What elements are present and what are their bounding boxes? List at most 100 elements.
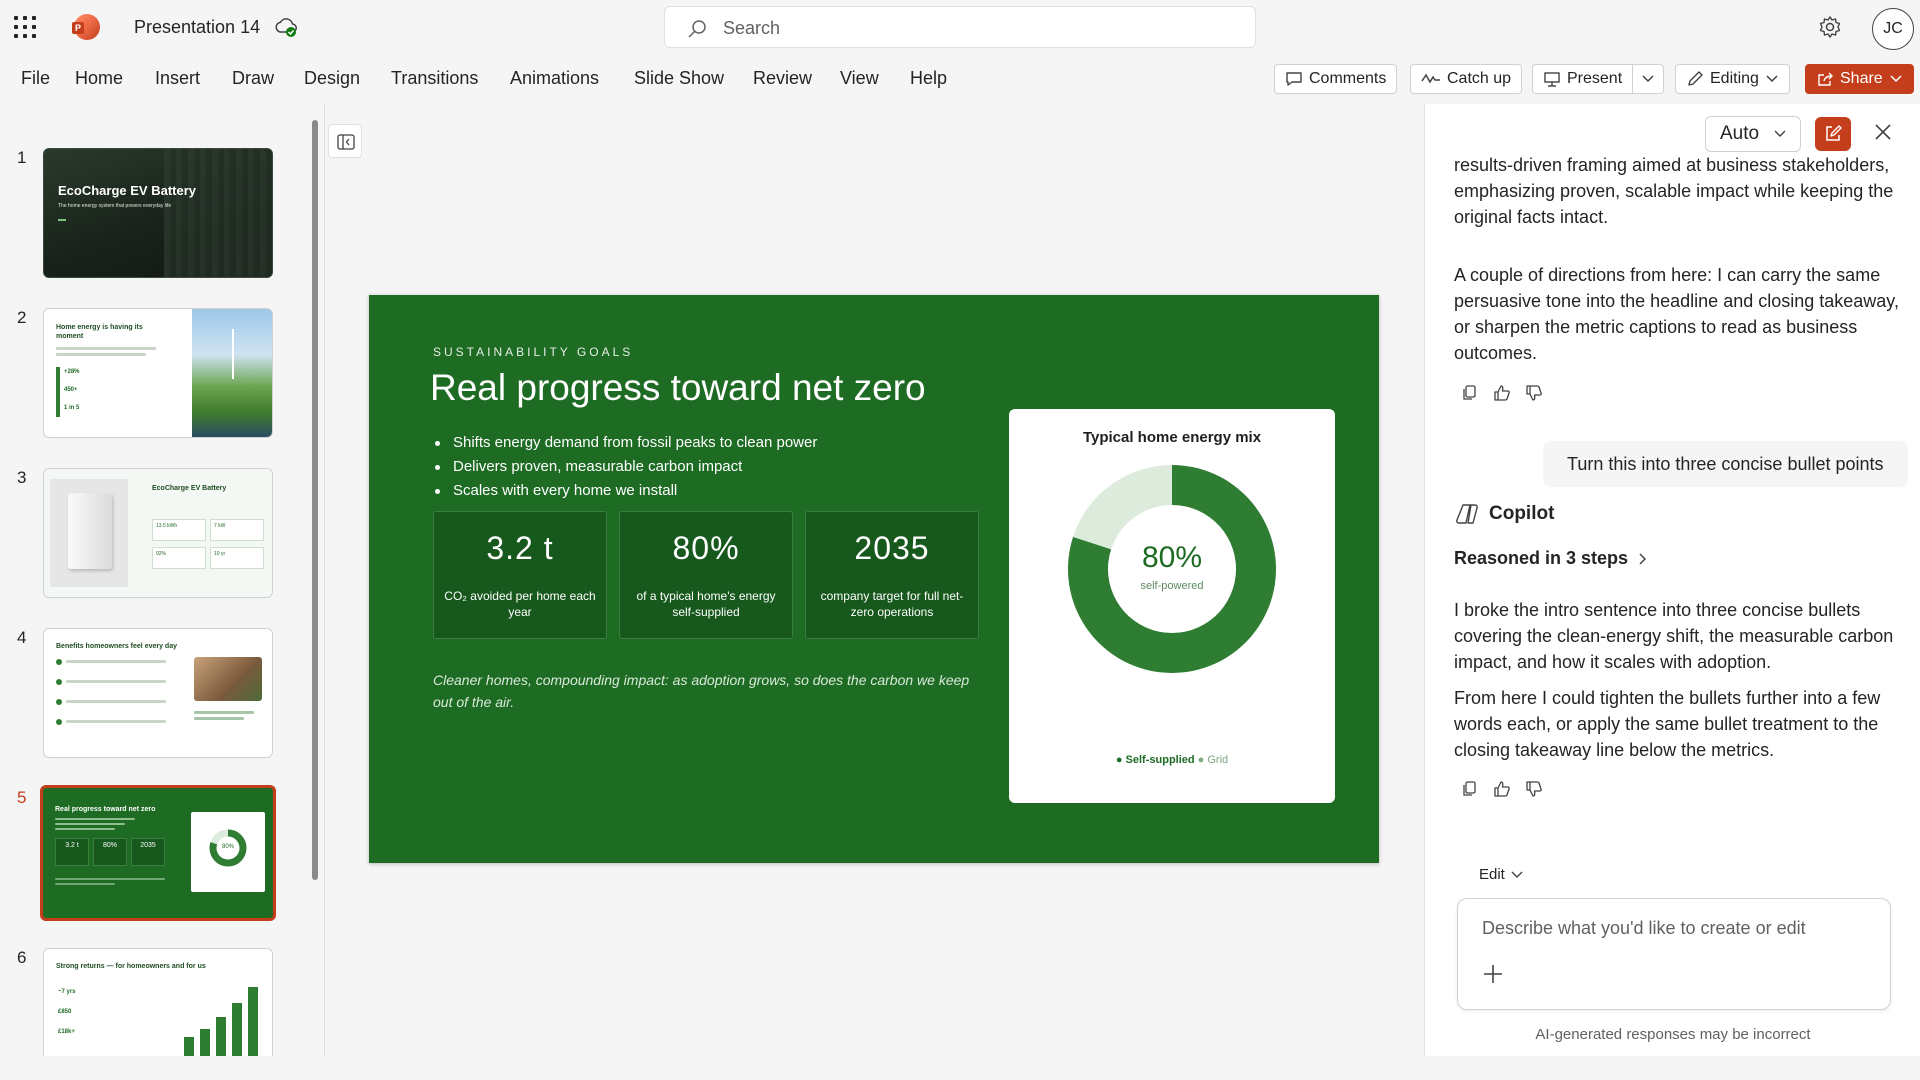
menu-help[interactable]: Help xyxy=(910,68,947,89)
present-label: Present xyxy=(1567,70,1623,87)
menu-transitions[interactable]: Transitions xyxy=(391,68,478,89)
menu-review[interactable]: Review xyxy=(753,68,812,89)
powerpoint-logo-icon[interactable]: P xyxy=(72,14,100,40)
comments-label: Comments xyxy=(1309,70,1387,87)
metric-label: CO₂ avoided per home each year xyxy=(444,589,596,619)
stat-bar xyxy=(56,367,60,417)
slide-thumbnail-6[interactable]: Strong returns — for homeowners and for … xyxy=(43,948,273,1056)
stat-card: 13.5 kWh xyxy=(152,519,206,541)
present-options-chevron-icon[interactable] xyxy=(1641,74,1655,84)
slide-title[interactable]: Real progress toward net zero xyxy=(430,367,926,409)
slide-thumbnail-2[interactable]: Home energy is having its moment +28% 45… xyxy=(43,308,273,438)
mode-dropdown[interactable]: Auto xyxy=(1705,116,1801,152)
metric-value: 2035 xyxy=(854,530,930,566)
add-attachment-icon[interactable] xyxy=(1482,963,1504,985)
menu-slide-show[interactable]: Slide Show xyxy=(634,68,724,89)
slide-number: 4 xyxy=(17,628,27,647)
user-avatar[interactable]: JC xyxy=(1872,8,1914,50)
legend-label: Self-supplied xyxy=(1125,754,1195,766)
collapse-panel-button[interactable] xyxy=(328,124,362,158)
stat-value: £850 xyxy=(58,1009,72,1015)
thumbnail-title: Home energy is having its moment xyxy=(56,324,143,340)
battery-photo xyxy=(50,479,128,587)
thumbs-down-icon[interactable] xyxy=(1525,780,1543,798)
metric-card[interactable]: 3.2 t CO₂ avoided per home each year xyxy=(433,511,607,639)
menu-home[interactable]: Home xyxy=(75,68,123,89)
bullet-item[interactable]: Delivers proven, measurable carbon impac… xyxy=(433,455,817,479)
menu-insert[interactable]: Insert xyxy=(155,68,200,89)
chevron-down-icon xyxy=(1511,871,1523,878)
legend-label: Grid xyxy=(1207,754,1229,766)
metric-card[interactable]: 2035 company target for full net-zero op… xyxy=(805,511,979,639)
close-icon[interactable] xyxy=(1873,122,1893,142)
comments-button[interactable]: Comments xyxy=(1274,64,1398,94)
thumbnails-scrollbar[interactable] xyxy=(312,120,318,880)
menu-view[interactable]: View xyxy=(840,68,879,89)
energy-mix-chart-card[interactable]: Typical home energy mix 80% self-powered… xyxy=(1009,409,1335,803)
slide-canvas[interactable]: SUSTAINABILITY GOALS Real progress towar… xyxy=(369,295,1379,863)
catch-up-button[interactable]: Catch up xyxy=(1410,64,1523,94)
share-icon xyxy=(1818,72,1833,86)
bullet-item[interactable]: Scales with every home we install xyxy=(433,479,817,503)
top-bar: P Presentation 14 JC xyxy=(0,0,1920,56)
reasoning-toggle[interactable]: Reasoned in 3 steps xyxy=(1454,548,1647,569)
slide-number: 1 xyxy=(17,148,27,167)
chart-title: Typical home energy mix xyxy=(1082,429,1262,446)
app-launcher-icon[interactable] xyxy=(14,16,36,38)
slide-eyebrow[interactable]: SUSTAINABILITY GOALS xyxy=(433,345,633,359)
menu-file[interactable]: File xyxy=(21,68,50,89)
menu-design[interactable]: Design xyxy=(304,68,360,89)
legend-self-supplied: ● Self-supplied xyxy=(1115,754,1195,766)
bullet-item[interactable]: Shifts energy demand from fossil peaks t… xyxy=(433,431,817,455)
share-label: Share xyxy=(1840,70,1883,87)
metric-mini: 2035 xyxy=(131,838,165,866)
slide-thumbnail-3[interactable]: EcoCharge EV Battery 13.5 kWh 7 kW 92% 1… xyxy=(43,468,273,598)
stat-value: 450+ xyxy=(64,387,78,393)
prompt-input[interactable] xyxy=(1482,913,1862,943)
chevron-right-icon xyxy=(1639,552,1647,565)
metric-card[interactable]: 80% of a typical home's energy self-supp… xyxy=(619,511,793,639)
pencil-icon xyxy=(1688,71,1703,86)
search-box[interactable] xyxy=(664,6,1256,48)
legend-grid: ● Grid xyxy=(1197,754,1229,766)
menu-animations[interactable]: Animations xyxy=(510,68,599,89)
wind-turbine-photo xyxy=(192,309,272,437)
settings-gear-icon[interactable] xyxy=(1818,15,1842,39)
new-chat-button[interactable] xyxy=(1815,117,1851,151)
edit-dropdown[interactable]: Edit xyxy=(1479,866,1523,883)
user-message: Turn this into three concise bullet poin… xyxy=(1543,441,1908,487)
thumbs-up-icon[interactable] xyxy=(1493,780,1511,798)
stat-card: 92% xyxy=(152,547,206,569)
thumbs-down-icon[interactable] xyxy=(1525,384,1543,402)
present-divider xyxy=(1632,64,1633,94)
donut-mini-value: 80% xyxy=(221,844,234,850)
copy-icon[interactable] xyxy=(1461,384,1479,402)
copilot-panel: Auto I rewrote the selected intro line w… xyxy=(1424,104,1920,1056)
slide-thumbnail-1[interactable]: EcoCharge EV Battery The home energy sys… xyxy=(43,148,273,278)
family-photo xyxy=(194,657,262,701)
thumbs-up-icon[interactable] xyxy=(1493,384,1511,402)
chart-card-mini: 80% xyxy=(191,812,265,892)
catch-up-label: Catch up xyxy=(1447,70,1512,87)
donut-center-label: self-powered xyxy=(1140,580,1204,592)
slide-thumbnail-4[interactable]: Benefits homeowners feel every day xyxy=(43,628,273,758)
editing-mode-button[interactable]: Editing xyxy=(1675,64,1790,94)
cloud-saved-icon[interactable] xyxy=(274,16,298,38)
reasoning-label: Reasoned in 3 steps xyxy=(1454,548,1629,568)
chevron-down-icon xyxy=(1766,75,1778,83)
prompt-composer[interactable] xyxy=(1457,898,1891,1010)
search-input[interactable] xyxy=(723,15,1223,41)
bullet-list[interactable]: Shifts energy demand from fossil peaks t… xyxy=(433,431,817,503)
copy-icon[interactable] xyxy=(1461,780,1479,798)
document-title[interactable]: Presentation 14 xyxy=(134,17,260,38)
present-icon xyxy=(1544,72,1560,87)
closing-takeaway[interactable]: Cleaner homes, compounding impact: as ad… xyxy=(433,669,973,713)
menu-draw[interactable]: Draw xyxy=(232,68,274,89)
thumbnail-title: Benefits homeowners feel every day xyxy=(56,643,177,650)
slide-thumbnail-5[interactable]: Real progress toward net zero 3.2 t 80% … xyxy=(40,785,276,921)
feedback-row xyxy=(1461,384,1543,402)
share-button[interactable]: Share xyxy=(1805,64,1914,94)
stat-card: 10 yr xyxy=(210,547,264,569)
stat-value: ~7 yrs xyxy=(58,989,76,995)
slide-number: 2 xyxy=(17,308,27,327)
